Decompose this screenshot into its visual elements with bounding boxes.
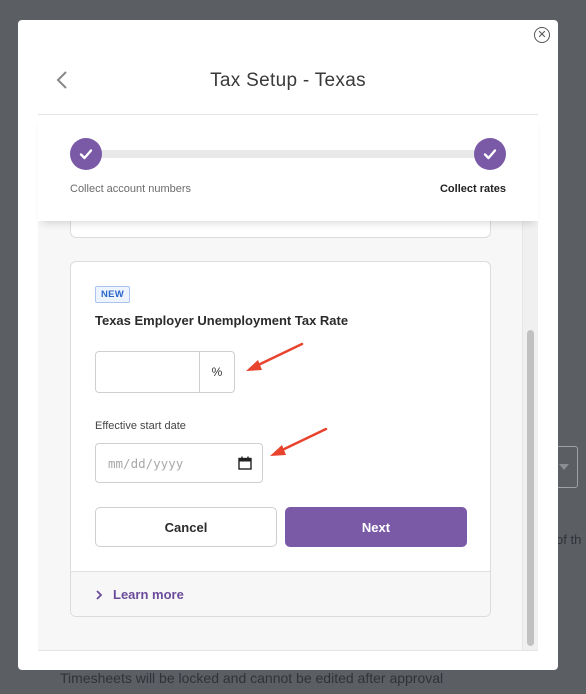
step-2-label: Collect rates xyxy=(439,183,506,195)
step-2-complete xyxy=(474,138,506,170)
effective-date-input[interactable]: mm/dd/yyyy xyxy=(95,443,263,483)
annotation-arrow-icon xyxy=(246,342,304,371)
stepper-track xyxy=(82,150,492,158)
calendar-icon[interactable] xyxy=(238,456,252,470)
scrollbar-thumb[interactable] xyxy=(527,330,534,646)
checkmark-icon xyxy=(79,149,93,160)
annotation-arrow-icon xyxy=(270,427,328,456)
modal-title: Tax Setup - Texas xyxy=(210,70,366,91)
step-1-label: Collect account numbers xyxy=(70,183,192,195)
learn-more-row[interactable]: Learn more xyxy=(71,571,490,616)
card-title: Texas Employer Unemployment Tax Rate xyxy=(95,313,349,328)
tax-rate-input: % xyxy=(95,351,235,393)
background-footer-text: Timesheets will be locked and cannot be … xyxy=(60,670,444,686)
close-icon[interactable]: ✕ xyxy=(534,27,550,43)
background-text: of th xyxy=(556,532,582,547)
chevron-right-icon xyxy=(95,589,103,600)
step-1-complete xyxy=(70,138,102,170)
cancel-button[interactable]: Cancel xyxy=(95,507,277,547)
modal-footer-divider xyxy=(38,650,538,651)
scrollbar[interactable] xyxy=(522,220,538,650)
new-badge: NEW xyxy=(95,286,131,303)
checkmark-icon xyxy=(483,149,497,160)
percent-suffix: % xyxy=(199,352,234,392)
caret-down-icon xyxy=(559,464,569,470)
effective-date-label: Effective start date xyxy=(95,420,186,432)
learn-more-link[interactable]: Learn more xyxy=(113,587,184,602)
tax-rate-field[interactable] xyxy=(96,352,199,392)
next-button[interactable]: Next xyxy=(285,507,467,547)
date-placeholder: mm/dd/yyyy xyxy=(108,455,184,471)
progress-stepper: Collect account numbers Collect rates xyxy=(38,114,538,221)
previous-card xyxy=(70,220,491,238)
